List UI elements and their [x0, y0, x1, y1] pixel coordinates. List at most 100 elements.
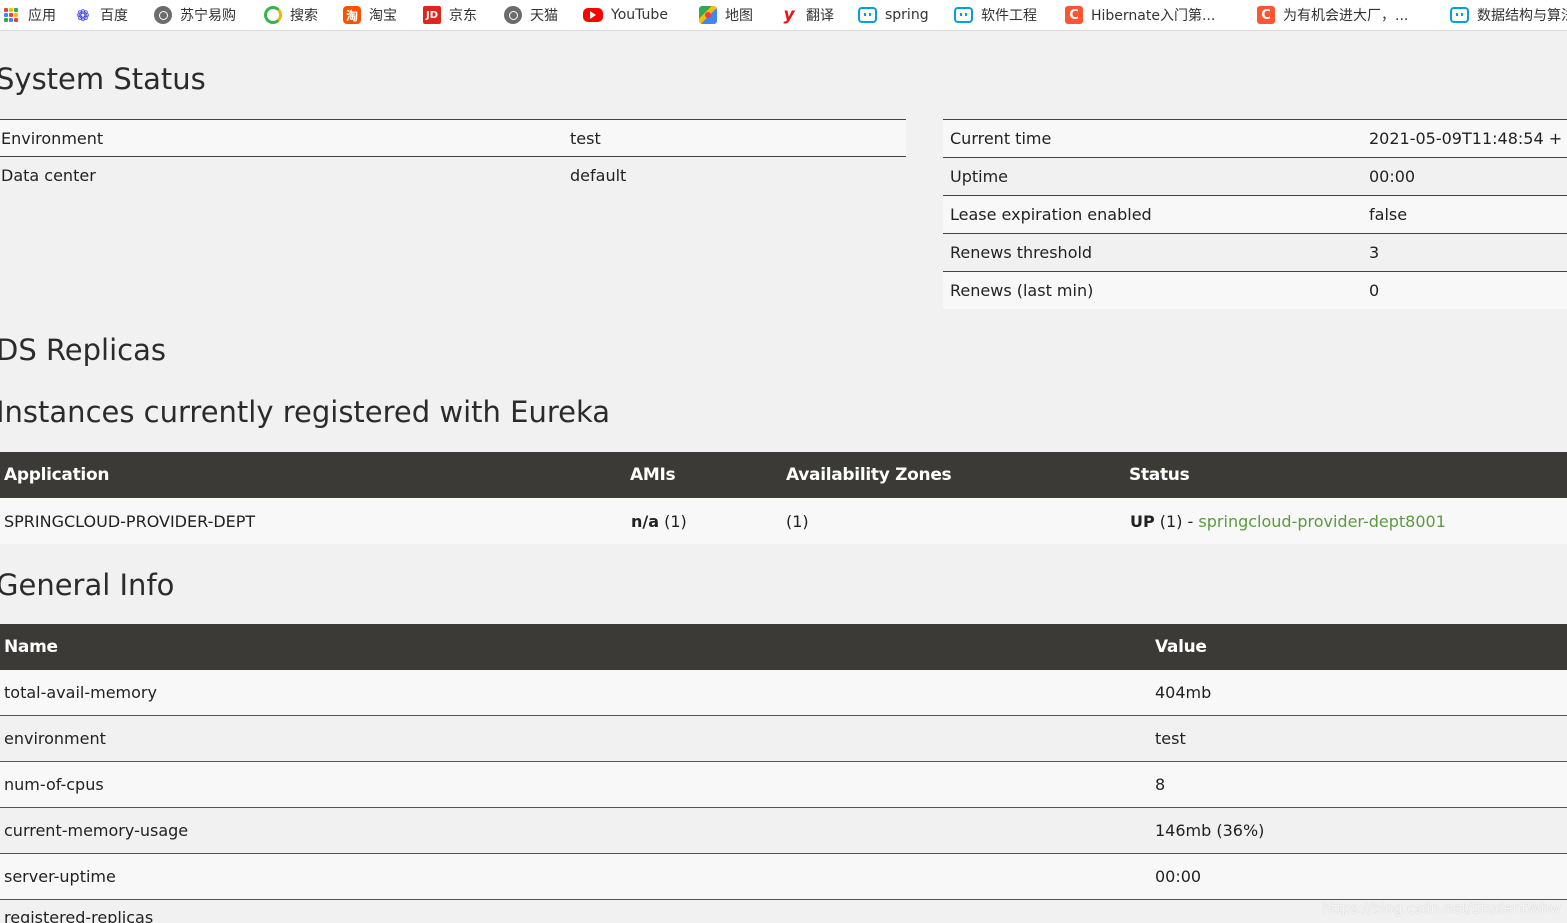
csdn-icon: C [1065, 6, 1083, 24]
info-name: server-uptime [4, 867, 116, 886]
bookmarks-bar: 应用 ❁ 百度 苏宁易购 搜索 淘 淘宝 JD 京东 天猫 YouTube 地图… [0, 0, 1567, 31]
info-name: current-memory-usage [4, 821, 189, 840]
bookmark-suning[interactable]: 苏宁易购 [154, 4, 236, 26]
status-value: false [1369, 205, 1408, 224]
status-row-renews-last-min: Renews (last min) 0 [943, 271, 1567, 309]
bookmark-label: 为有机会进大厂，... [1283, 8, 1409, 24]
apps-grid-icon [2, 6, 20, 24]
bookmark-label: 地图 [725, 8, 753, 24]
status-key: Data center [1, 166, 96, 185]
info-value: 146mb (36%) [1155, 821, 1265, 840]
table-row: num-of-cpus 8 [0, 762, 1567, 808]
status-value: default [570, 166, 627, 185]
table-row: server-uptime 00:00 [0, 854, 1567, 900]
info-name: num-of-cpus [4, 775, 104, 794]
bookmark-label: 数据结构与算法 [1477, 8, 1567, 24]
status-cell: UP (1) - springcloud-provider-dept8001 [1130, 512, 1446, 531]
status-value: 3 [1369, 243, 1380, 262]
column-header-name: Name [4, 637, 58, 657]
bookmark-search[interactable]: 搜索 [264, 4, 318, 26]
bookmark-label: 百度 [100, 8, 128, 24]
bilibili-icon [954, 7, 973, 23]
info-name: environment [4, 729, 106, 748]
csdn-watermark: https://blog.csdn.net/StudentWhw [1321, 901, 1561, 917]
column-header-amis: AMIs [630, 465, 676, 485]
status-row-renews-threshold: Renews threshold 3 [943, 233, 1567, 271]
jd-icon: JD [423, 6, 441, 24]
youtube-icon [583, 8, 603, 22]
status-row-lease-expiration: Lease expiration enabled false [943, 195, 1567, 233]
bookmark-tmall[interactable]: 天猫 [504, 4, 558, 26]
status-row-uptime: Uptime 00:00 [943, 157, 1567, 195]
bookmark-software-engineering[interactable]: 软件工程 [954, 4, 1037, 26]
column-header-availability-zones: Availability Zones [786, 465, 952, 485]
info-value: test [1155, 729, 1186, 748]
general-info-title: General Info [0, 568, 175, 602]
bookmark-label: 天猫 [530, 8, 558, 24]
column-header-value: Value [1155, 637, 1207, 657]
info-name: registered-replicas [4, 908, 154, 923]
amis-cell: n/a (1) [631, 512, 687, 531]
amis-count: (1) [659, 511, 687, 531]
table-row: environment test [0, 716, 1567, 762]
bookmark-spring[interactable]: spring [858, 4, 929, 26]
360-search-icon [264, 6, 282, 24]
status-key: Renews (last min) [950, 281, 1094, 300]
bookmark-label: spring [885, 7, 929, 23]
bookmark-translate[interactable]: y 翻译 [780, 4, 834, 26]
availability-zones-cell: (1) [786, 511, 809, 531]
bookmark-taobao[interactable]: 淘 淘宝 [343, 4, 397, 26]
bookmark-hibernate[interactable]: C Hibernate入门第... [1065, 4, 1215, 26]
bookmark-label: Hibernate入门第... [1091, 8, 1216, 24]
table-row: SPRINGCLOUD-PROVIDER-DEPT n/a (1) (1) UP… [0, 498, 1567, 544]
status-value: 2021-05-09T11:48:54 + [1369, 129, 1563, 148]
bookmark-label: 翻译 [806, 8, 834, 24]
bookmark-baidu[interactable]: ❁ 百度 [74, 4, 128, 26]
status-up: UP [1130, 511, 1155, 531]
globe-icon [504, 6, 522, 24]
info-value: 404mb [1155, 683, 1212, 702]
bookmark-data-structures[interactable]: 数据结构与算法 [1450, 4, 1567, 26]
bookmark-label: 京东 [449, 8, 477, 24]
status-row-data-center: Data center default [0, 157, 906, 194]
column-header-application: Application [4, 465, 110, 485]
bookmark-big-company[interactable]: C 为有机会进大厂，... [1257, 4, 1408, 26]
system-status-title: System Status [0, 62, 206, 96]
maps-icon [699, 6, 717, 24]
info-name: total-avail-memory [4, 683, 157, 702]
csdn-icon: C [1257, 6, 1275, 24]
bookmark-label: 搜索 [290, 8, 318, 24]
bilibili-icon [1450, 7, 1469, 23]
ds-replicas-title: DS Replicas [0, 333, 166, 367]
bookmark-maps[interactable]: 地图 [699, 4, 753, 26]
bookmark-jd[interactable]: JD 京东 [423, 4, 477, 26]
status-key: Uptime [950, 167, 1009, 186]
info-value: 8 [1155, 775, 1166, 794]
bookmark-label: 软件工程 [981, 8, 1037, 24]
status-count: (1) - [1154, 511, 1199, 531]
table-row: current-memory-usage 146mb (36%) [0, 808, 1567, 854]
status-key: Current time [950, 129, 1052, 148]
bilibili-icon [858, 7, 877, 23]
status-row-environment: Environment test [0, 119, 906, 157]
instances-table-header: Application AMIs Availability Zones Stat… [0, 452, 1567, 498]
bookmark-label: 苏宁易购 [180, 8, 236, 24]
bookmark-youtube[interactable]: YouTube [583, 4, 668, 26]
youdao-icon: y [783, 5, 795, 25]
general-info-table-header: Name Value [0, 624, 1567, 670]
status-value: test [570, 128, 601, 148]
bookmark-apps[interactable]: 应用 [2, 4, 56, 26]
bookmark-label: 应用 [28, 8, 56, 24]
status-value: 0 [1369, 281, 1380, 300]
instances-title: Instances currently registered with Eure… [0, 395, 611, 429]
status-key: Environment [1, 128, 104, 148]
instance-link[interactable]: springcloud-provider-dept8001 [1198, 512, 1445, 531]
bookmark-label: 淘宝 [369, 8, 397, 24]
table-row: total-avail-memory 404mb [0, 670, 1567, 716]
application-name: SPRINGCLOUD-PROVIDER-DEPT [4, 511, 256, 531]
column-header-status: Status [1129, 465, 1190, 485]
info-value: 00:00 [1155, 867, 1202, 886]
amis-value: n/a [631, 511, 660, 531]
status-row-current-time: Current time 2021-05-09T11:48:54 + [943, 119, 1567, 157]
globe-icon [154, 6, 172, 24]
